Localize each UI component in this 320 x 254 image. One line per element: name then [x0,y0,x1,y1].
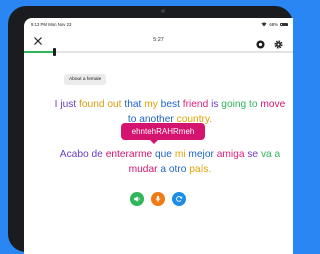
word-chunk[interactable]: enterarme [106,149,152,160]
word-chunk[interactable]: found out [79,99,122,110]
word-chunk[interactable]: que [155,149,172,160]
replay-button[interactable] [172,192,186,206]
word-chunk[interactable]: I just [55,99,77,110]
app-screen: 9:13 PM Mon Nov 23 68% 5:27 About a fema… [24,18,293,254]
gear-icon [274,40,283,49]
status-time-date: 9:13 PM Mon Nov 23 [31,22,72,27]
progress-fill [24,51,54,53]
topic-chip: About a female [64,74,107,85]
word-chunk[interactable]: Acabo de [60,149,103,160]
record-icon [256,40,265,49]
status-bar: 9:13 PM Mon Nov 23 68% [24,18,293,31]
battery-percent: 68% [269,22,278,27]
word-chunk[interactable]: amiga [217,149,245,160]
battery-icon [280,22,288,27]
word-chunk[interactable]: best [161,99,180,110]
wifi-icon [261,22,267,27]
word-chunk[interactable]: my [144,99,158,110]
word-chunk[interactable]: that [124,99,141,110]
spanish-sentence: Acabo de enterarme que mi mejor amiga se… [54,147,286,177]
status-right-group: 68% [261,22,288,27]
word-chunk[interactable]: mejor [188,149,213,160]
camera-dot [161,9,165,13]
word-chunk[interactable]: move [260,99,285,110]
speaker-icon [134,196,140,202]
progress-bar [24,48,293,56]
lesson-toolbar: 5:27 [24,33,293,49]
word-chunk[interactable]: país. [189,164,211,175]
progress-handle[interactable] [53,48,56,56]
word-chunk[interactable]: mudar [129,164,158,175]
word-chunk[interactable]: going to [221,99,257,110]
repeat-icon [176,196,183,202]
settings-button[interactable] [274,36,283,49]
word-chunk[interactable]: va a [261,149,280,160]
play-audio-button[interactable] [130,192,144,206]
tooltip-arrow [150,140,158,144]
record-voice-button[interactable] [151,192,165,206]
pronunciation-tooltip[interactable]: ehntehRAHRmeh [121,123,205,140]
record-button[interactable] [256,36,265,49]
word-chunk[interactable]: a otro [160,164,186,175]
word-chunk[interactable]: friend [183,99,208,110]
lesson-timer: 5:27 [153,37,164,43]
word-chunk[interactable]: mi [175,149,186,160]
audio-controls [24,192,293,208]
microphone-icon [155,195,161,203]
word-chunk[interactable]: se [247,149,258,160]
